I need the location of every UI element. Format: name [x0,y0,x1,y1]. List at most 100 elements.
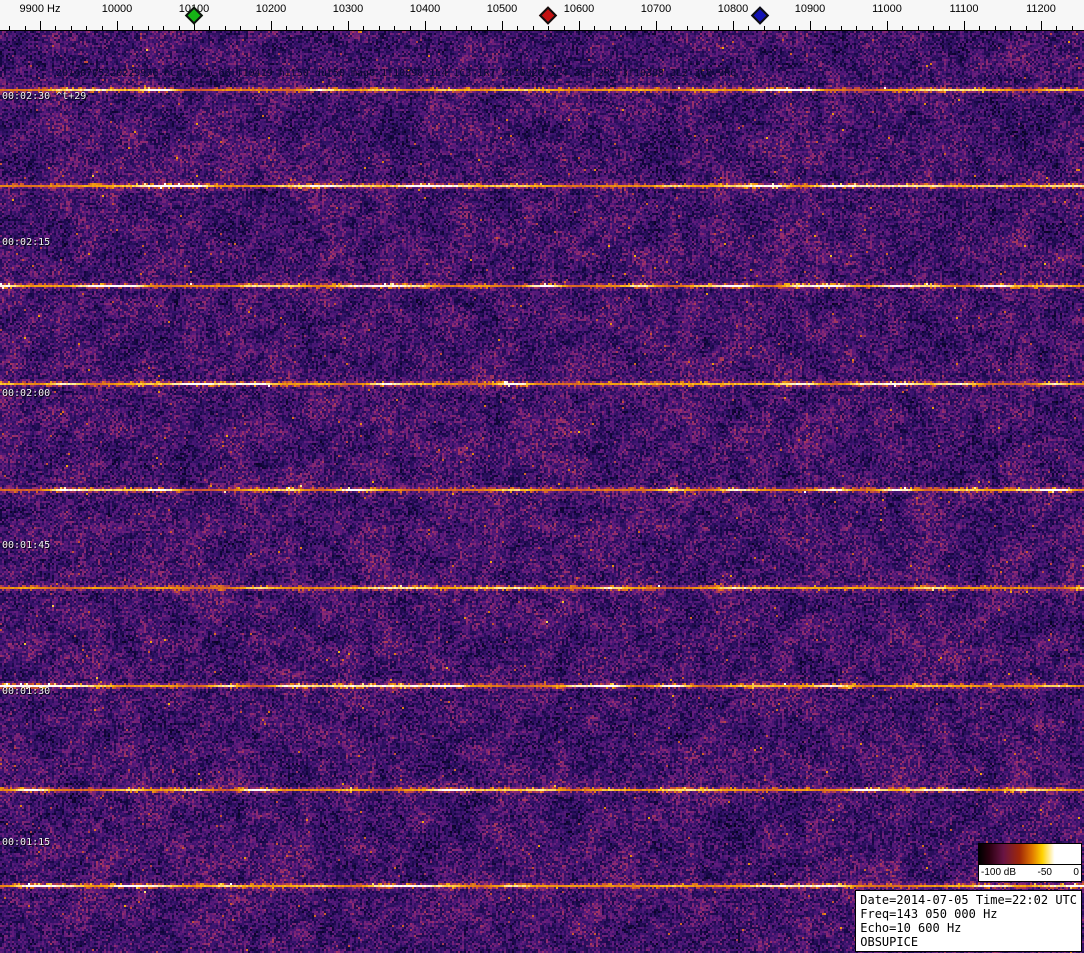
ruler-tick [532,26,534,30]
ruler-tick [686,26,688,30]
ruler-tick [656,21,657,30]
ruler-tick [563,26,565,30]
ruler-label: 10400 [409,3,441,15]
time-label: 00:01:15 [2,837,51,848]
ruler-tick [594,26,596,30]
ruler-tick [486,26,488,30]
ruler-label: 9900 Hz [19,3,61,15]
ruler-tick [440,26,442,30]
ruler-tick [810,21,811,30]
ruler-tick [271,21,272,30]
time-label: 00:02:00 [2,388,51,399]
info-line: Date=2014-07-05 Time=22:02 UTC [860,893,1077,907]
time-label: 00:01:30 [2,686,51,697]
ruler-tick [24,26,26,30]
ruler-tick [1056,26,1058,30]
red-marker-icon[interactable] [538,6,558,25]
ruler-tick [763,26,765,30]
ruler-tick [224,26,226,30]
ruler-tick [9,26,11,30]
ruler-tick [948,26,950,30]
db-label-min: -100 dB [981,867,1017,878]
ruler-tick [147,26,149,30]
ruler-tick [517,26,519,30]
ruler-label: 11000 [872,3,902,15]
ruler-tick [1010,26,1012,30]
info-line: OBSUPICE [860,935,919,949]
ruler-tick [255,26,257,30]
ruler-tick [702,26,704,30]
ruler-tick [394,26,396,30]
ruler-tick [579,21,580,30]
ruler-tick [733,21,734,30]
ruler-tick [101,26,103,30]
ruler-tick [748,26,750,30]
ruler-tick [1071,26,1073,30]
ruler-tick [317,26,319,30]
ruler-tick [348,21,349,30]
ruler-label: 10800 [717,3,749,15]
info-line: Echo=10 600 Hz [860,921,962,935]
ruler-tick [625,26,627,30]
db-scale-labels: -100 dB -50 0 [978,865,1082,882]
ruler-tick [240,26,242,30]
ruler-label: 10500 [486,3,518,15]
ruler-label: 11100 [949,3,979,15]
ruler-tick [55,26,57,30]
ruler-tick [794,26,796,30]
station-info-box: Date=2014-07-05 Time=22:02 UTC Freq=143 0… [855,890,1082,952]
db-label-mid: -50 [1037,867,1052,878]
ruler-tick [887,21,888,30]
ruler-tick [840,26,842,30]
ruler-tick [70,26,72,30]
frequency-ruler: 9900 Hz100001010010200103001040010500106… [0,0,1084,31]
ruler-tick [209,26,211,30]
ruler-tick [1041,21,1042,30]
ruler-tick [871,26,873,30]
ruler-tick [548,26,550,30]
ruler-tick [994,26,996,30]
ruler-tick [917,26,919,30]
ruler-label: 10600 [563,3,595,15]
ruler-tick [471,26,473,30]
ruler-tick [409,26,411,30]
ruler-tick [964,21,965,30]
ruler-tick [933,26,935,30]
ruler-tick [40,21,41,30]
ruler-tick [86,26,88,30]
ruler-tick [117,21,118,30]
detection-annotation: 20140705220229976 hCnt1 nb-66 f10419 hit… [56,68,737,79]
time-label: 00:02:15 [2,237,51,248]
ruler-label: 11200 [1026,3,1056,15]
ruler-label: 10300 [332,3,364,15]
ruler-label: 10000 [101,3,133,15]
ruler-tick [286,26,288,30]
ruler-tick [609,26,611,30]
ruler-tick [979,26,981,30]
ruler-label: 10200 [255,3,287,15]
db-scale-legend: -100 dB -50 0 [978,843,1082,882]
ruler-tick [378,26,380,30]
ruler-tick [363,26,365,30]
ruler-tick [825,26,827,30]
ruler-tick [178,26,180,30]
ruler-tick [132,26,134,30]
blue-marker-icon[interactable] [750,6,770,25]
ruler-tick [332,26,334,30]
db-label-max: 0 [1073,867,1079,878]
ruler-tick [717,26,719,30]
ruler-label: 10700 [640,3,672,15]
ruler-tick [1025,26,1027,30]
ruler-tick [301,26,303,30]
spectrogram-waterfall [0,31,1084,953]
spectrogram-area: 20140705220229976 hCnt1 nb-66 f10419 hit… [0,31,1084,953]
ruler-tick [779,26,781,30]
ruler-tick [640,26,642,30]
ruler-tick [455,26,457,30]
ruler-tick [902,26,904,30]
time-label: 00:02:30 ^t+29 [2,91,87,102]
db-gradient-bar [978,843,1082,865]
meteor-echo-monitor: 9900 Hz100001010010200103001040010500106… [0,0,1084,953]
time-label: 00:01:45 [2,540,51,551]
info-line: Freq=143 050 000 Hz [860,907,998,921]
